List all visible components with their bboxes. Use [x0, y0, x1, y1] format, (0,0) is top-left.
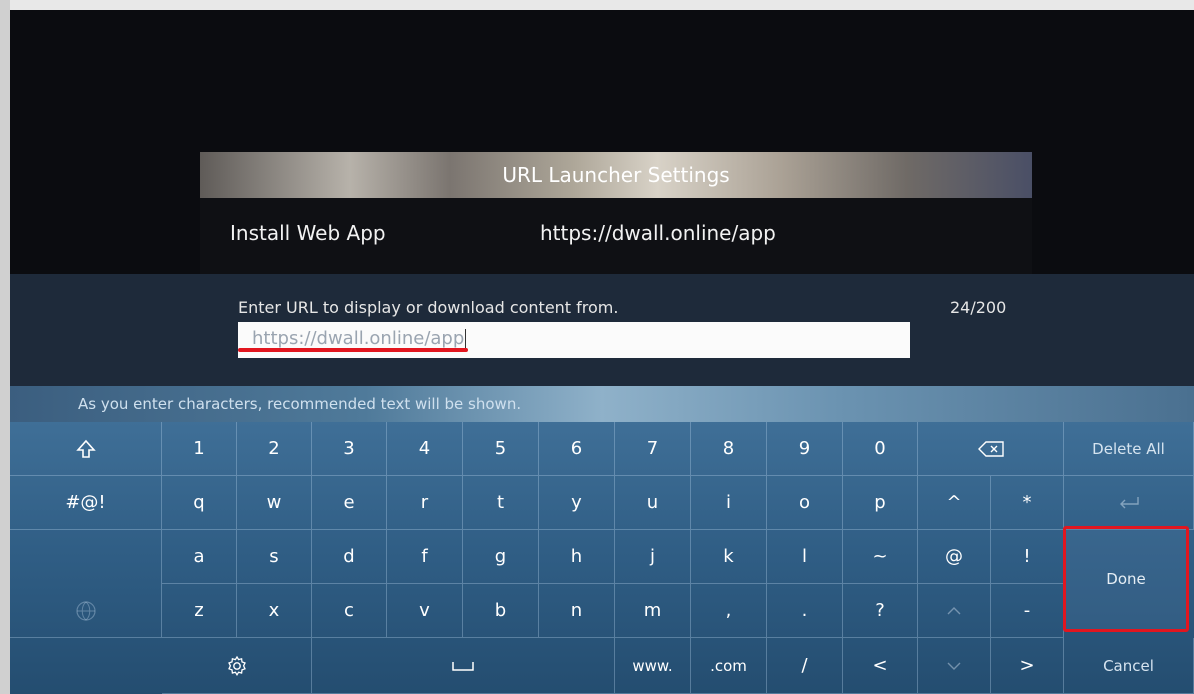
- key-a[interactable]: a: [162, 530, 237, 584]
- key-3[interactable]: 3: [312, 422, 387, 476]
- entry-prompt: Enter URL to display or download content…: [238, 298, 619, 317]
- url-launcher-settings-dialog: URL Launcher Settings Install Web App ht…: [200, 152, 1032, 292]
- key-k[interactable]: k: [691, 530, 767, 584]
- key-w[interactable]: w: [237, 476, 312, 530]
- key-2[interactable]: 2: [237, 422, 312, 476]
- key-j[interactable]: j: [615, 530, 691, 584]
- tv-bezel-left: [0, 0, 10, 694]
- chevron-up-icon: [947, 606, 961, 614]
- delete-all-button[interactable]: Delete All: [1064, 422, 1194, 476]
- url-input[interactable]: https://dwall.online/app: [238, 322, 910, 358]
- keyboard-settings-key[interactable]: [162, 638, 312, 694]
- key-i[interactable]: i: [691, 476, 767, 530]
- dotcom-key[interactable]: .com: [691, 638, 767, 694]
- text-caret: [465, 329, 467, 349]
- key-6[interactable]: 6: [539, 422, 615, 476]
- annotation-underline: [238, 348, 468, 352]
- backspace-icon: [977, 440, 1004, 457]
- tv-screen: URL Launcher Settings Install Web App ht…: [10, 10, 1194, 694]
- globe-icon: [75, 600, 96, 621]
- shift-icon: [75, 439, 96, 458]
- key-p[interactable]: p: [843, 476, 918, 530]
- key-l[interactable]: l: [767, 530, 843, 584]
- settings-row-label: Install Web App: [230, 221, 386, 245]
- key-hyphen[interactable]: -: [991, 584, 1064, 638]
- key-tilde[interactable]: ~: [843, 530, 918, 584]
- cancel-button[interactable]: Cancel: [1064, 638, 1194, 694]
- key-v[interactable]: v: [387, 584, 463, 638]
- gear-icon: [227, 655, 246, 676]
- enter-key[interactable]: [1064, 476, 1194, 530]
- enter-icon: [1119, 496, 1139, 508]
- url-input-value: https://dwall.online/app: [252, 328, 465, 349]
- key-0[interactable]: 0: [843, 422, 918, 476]
- key-1[interactable]: 1: [162, 422, 237, 476]
- url-entry-panel: Enter URL to display or download content…: [10, 274, 1194, 386]
- key-z[interactable]: z: [162, 584, 237, 638]
- settings-row-install-web-app[interactable]: Install Web App https://dwall.online/app: [200, 198, 1032, 268]
- language-key[interactable]: [10, 584, 162, 638]
- key-n[interactable]: n: [539, 584, 615, 638]
- key-8[interactable]: 8: [691, 422, 767, 476]
- key-c[interactable]: c: [312, 584, 387, 638]
- key-7[interactable]: 7: [615, 422, 691, 476]
- key-period[interactable]: .: [767, 584, 843, 638]
- chevron-down-icon: [947, 662, 961, 670]
- key-f[interactable]: f: [387, 530, 463, 584]
- tv-bezel-top: [0, 0, 1194, 10]
- settings-title: URL Launcher Settings: [200, 152, 1032, 198]
- key-g[interactable]: g: [463, 530, 539, 584]
- symbols-key[interactable]: #@!: [10, 476, 162, 530]
- key-o[interactable]: o: [767, 476, 843, 530]
- key-e[interactable]: e: [312, 476, 387, 530]
- cursor-down-key[interactable]: [918, 638, 991, 694]
- key-slash[interactable]: /: [767, 638, 843, 694]
- key-m[interactable]: m: [615, 584, 691, 638]
- cursor-right-key[interactable]: >: [991, 638, 1064, 694]
- key-at[interactable]: @: [918, 530, 991, 584]
- space-key[interactable]: [312, 638, 615, 694]
- key-q[interactable]: q: [162, 476, 237, 530]
- key-u[interactable]: u: [615, 476, 691, 530]
- key-exclamation[interactable]: !: [991, 530, 1064, 584]
- cursor-up-key[interactable]: [918, 584, 991, 638]
- key-asterisk[interactable]: *: [991, 476, 1064, 530]
- done-button[interactable]: Done: [1063, 526, 1189, 632]
- key-y[interactable]: y: [539, 476, 615, 530]
- key-comma[interactable]: ,: [691, 584, 767, 638]
- cursor-left-key[interactable]: <: [843, 638, 918, 694]
- key-9[interactable]: 9: [767, 422, 843, 476]
- key-t[interactable]: t: [463, 476, 539, 530]
- backspace-key[interactable]: [918, 422, 1064, 476]
- settings-row-value: https://dwall.online/app: [540, 221, 776, 245]
- www-key[interactable]: www.: [615, 638, 691, 694]
- recommendation-hint: As you enter characters, recommended tex…: [10, 386, 1194, 422]
- key-h[interactable]: h: [539, 530, 615, 584]
- key-4[interactable]: 4: [387, 422, 463, 476]
- key-5[interactable]: 5: [463, 422, 539, 476]
- key-question[interactable]: ?: [843, 584, 918, 638]
- key-x[interactable]: x: [237, 584, 312, 638]
- character-count: 24/200: [950, 298, 1007, 317]
- space-icon: [452, 661, 474, 671]
- key-d[interactable]: d: [312, 530, 387, 584]
- language-area-top: [10, 530, 162, 584]
- shift-key[interactable]: [10, 422, 162, 476]
- key-b[interactable]: b: [463, 584, 539, 638]
- key-s[interactable]: s: [237, 530, 312, 584]
- key-caret[interactable]: ^: [918, 476, 991, 530]
- key-r[interactable]: r: [387, 476, 463, 530]
